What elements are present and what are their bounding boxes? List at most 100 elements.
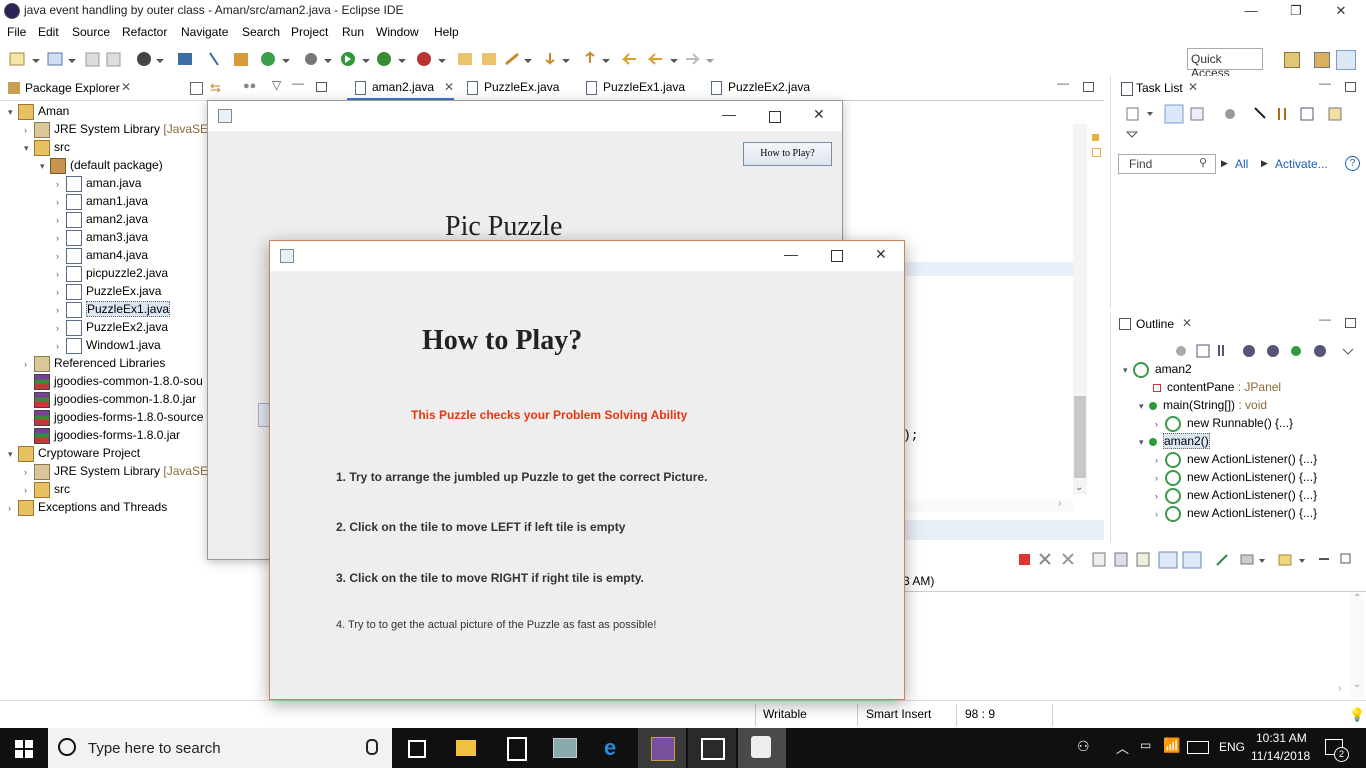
tree-item[interactable]: jgoodies-forms-1.8.0.jar: [24, 426, 180, 444]
expand-arrow-icon[interactable]: ▾: [8, 445, 18, 463]
task-list-title[interactable]: Task List: [1136, 81, 1183, 95]
close-view-icon[interactable]: ✕: [121, 80, 131, 94]
outline-item[interactable]: › new ActionListener() {...}: [1155, 486, 1317, 504]
tree-item[interactable]: ▾ Aman: [8, 102, 69, 120]
collapse-arrow-icon[interactable]: ›: [1155, 487, 1165, 505]
outline-item[interactable]: ▾ main(String[]) : void: [1139, 396, 1267, 414]
console-toolbar-icons[interactable]: [1015, 551, 1355, 569]
collapse-arrow-icon[interactable]: ›: [56, 211, 66, 229]
collapse-arrow-icon[interactable]: ›: [24, 355, 34, 373]
calculator-icon[interactable]: [507, 737, 527, 761]
menu-source[interactable]: Source: [72, 25, 110, 39]
minimize-view-icon[interactable]: —: [292, 76, 304, 90]
collapse-all-icon[interactable]: [190, 82, 203, 95]
collapse-arrow-icon[interactable]: ›: [56, 319, 66, 337]
menu-edit[interactable]: Edit: [38, 25, 59, 39]
collapse-arrow-icon[interactable]: ›: [24, 121, 34, 139]
restore-button[interactable]: ❐: [1273, 0, 1319, 22]
collapse-arrow-icon[interactable]: ›: [56, 247, 66, 265]
task-view-icon[interactable]: [408, 740, 426, 758]
tree-item[interactable]: jgoodies-common-1.8.0.jar: [24, 390, 196, 408]
collapse-arrow-icon[interactable]: ›: [56, 175, 66, 193]
collapse-arrow-icon[interactable]: ›: [56, 301, 66, 319]
task-list-toolbar[interactable]: [1125, 104, 1365, 144]
collapse-arrow-icon[interactable]: ›: [24, 481, 34, 499]
expand-arrow-icon[interactable]: ▾: [24, 139, 34, 157]
tree-item[interactable]: › PuzzleEx2.java: [56, 318, 168, 336]
taskbar-app-java[interactable]: [738, 728, 786, 768]
editor-vertical-scrollbar[interactable]: ⌄: [1073, 124, 1087, 494]
menu-navigate[interactable]: Navigate: [181, 25, 228, 39]
input-language[interactable]: ENG: [1219, 740, 1245, 754]
collapse-arrow-icon[interactable]: ›: [24, 463, 34, 481]
close-view-icon[interactable]: ✕: [1188, 80, 1198, 94]
outline-item[interactable]: › new ActionListener() {...}: [1155, 504, 1317, 522]
tree-item[interactable]: › aman3.java: [56, 228, 148, 246]
taskbar-app-eclipse[interactable]: [638, 728, 686, 768]
menu-window[interactable]: Window: [376, 25, 419, 39]
tree-item[interactable]: › Referenced Libraries: [24, 354, 165, 372]
microphone-icon[interactable]: [366, 739, 378, 755]
collapse-arrow-icon[interactable]: ›: [1155, 415, 1165, 433]
windows-start-icon[interactable]: [15, 740, 33, 758]
expand-arrow-icon[interactable]: ▾: [1139, 433, 1149, 451]
edge-icon[interactable]: e: [604, 735, 616, 761]
tree-item[interactable]: › PuzzleEx.java: [56, 282, 161, 300]
expand-arrow-icon[interactable]: ▾: [40, 157, 50, 175]
minimize-button[interactable]: —: [1228, 0, 1274, 22]
expand-arrow-icon[interactable]: ▾: [1123, 361, 1133, 379]
collapse-arrow-icon[interactable]: ›: [8, 499, 18, 517]
editor-tab[interactable]: aman2.java ✕: [347, 76, 455, 100]
tree-item[interactable]: › aman4.java: [56, 246, 148, 264]
tree-item[interactable]: › JRE System Library [JavaSE-1: [24, 462, 219, 480]
minimize-window-icon[interactable]: —: [784, 246, 798, 262]
tree-item[interactable]: › picpuzzle2.java: [56, 264, 168, 282]
taskbar-app-photos[interactable]: [688, 728, 736, 768]
maximize-window-icon[interactable]: [831, 250, 843, 262]
maximize-window-icon[interactable]: [769, 111, 781, 123]
outline-title[interactable]: Outline: [1136, 317, 1174, 331]
file-explorer-icon[interactable]: [456, 740, 476, 756]
close-window-icon[interactable]: ✕: [875, 246, 887, 263]
tree-item[interactable]: › JRE System Library [JavaSE-1: [24, 120, 219, 138]
tree-item[interactable]: jgoodies-forms-1.8.0-source: [24, 408, 203, 426]
minimize-view-icon[interactable]: —: [1319, 76, 1331, 90]
expand-arrow-icon[interactable]: ▾: [8, 103, 18, 121]
java-perspective-icon[interactable]: [1336, 50, 1356, 70]
menu-refactor[interactable]: Refactor: [122, 25, 167, 39]
clock-time[interactable]: 10:31 AM: [1256, 731, 1307, 745]
photos-app-icon[interactable]: [553, 738, 577, 758]
collapse-arrow-icon[interactable]: ›: [1155, 451, 1165, 469]
outline-item[interactable]: ▾ aman2: [1123, 360, 1192, 378]
tree-item[interactable]: › aman.java: [56, 174, 141, 192]
maximize-view-icon[interactable]: [1345, 82, 1356, 92]
help-icon[interactable]: ?: [1345, 156, 1360, 171]
package-explorer-title[interactable]: Package Explorer: [25, 81, 120, 95]
menu-file[interactable]: File: [7, 25, 26, 39]
editor-tab[interactable]: PuzzleEx.java: [459, 76, 559, 98]
tree-item[interactable]: jgoodies-common-1.8.0-sou: [24, 372, 203, 390]
java-ee-perspective-icon[interactable]: [1314, 52, 1330, 68]
minimize-view-icon[interactable]: —: [1319, 312, 1331, 326]
people-icon[interactable]: ⚇: [1077, 738, 1090, 755]
quick-access-field[interactable]: Quick Access: [1187, 48, 1263, 80]
outline-item[interactable]: › new Runnable() {...}: [1155, 414, 1293, 432]
toolbar-icons[interactable]: [6, 50, 726, 70]
outline-item[interactable]: ▾ aman2(): [1139, 432, 1210, 450]
menu-search[interactable]: Search: [242, 25, 280, 39]
editor-tab[interactable]: PuzzleEx2.java: [703, 76, 810, 98]
menu-run[interactable]: Run: [342, 25, 364, 39]
maximize-view-icon[interactable]: [316, 82, 327, 92]
collapse-arrow-icon[interactable]: ›: [56, 337, 66, 355]
view-menu-icon[interactable]: ●●: [243, 80, 256, 92]
close-window-icon[interactable]: ✕: [813, 106, 825, 123]
chevron-down-icon[interactable]: ▽: [272, 78, 281, 92]
tree-item[interactable]: › Exceptions and Threads: [8, 498, 167, 516]
tree-item[interactable]: ▾ (default package): [40, 156, 163, 174]
wifi-icon[interactable]: 📶: [1163, 737, 1180, 754]
collapse-arrow-icon[interactable]: ›: [56, 229, 66, 247]
tree-item[interactable]: › aman1.java: [56, 192, 148, 210]
tree-item[interactable]: ▾ Cryptoware Project: [8, 444, 140, 462]
close-button[interactable]: ✕: [1318, 0, 1364, 22]
task-find-input[interactable]: Find ⚲: [1118, 154, 1216, 174]
